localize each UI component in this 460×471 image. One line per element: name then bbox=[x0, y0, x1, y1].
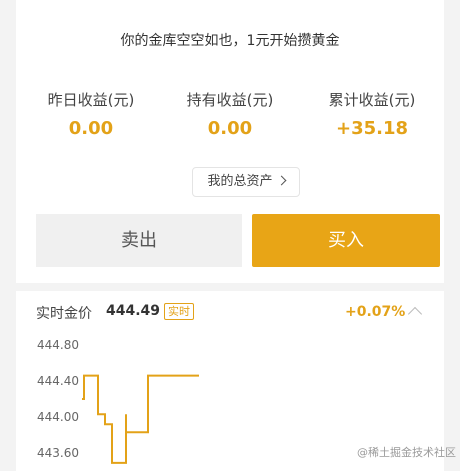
stat-total: 累计收益(元) +35.18 bbox=[301, 89, 443, 139]
chevron-right-icon bbox=[276, 175, 286, 186]
stat-total-label: 累计收益(元) bbox=[328, 91, 416, 109]
stat-holding-label: 持有收益(元) bbox=[186, 91, 274, 109]
buy-button[interactable]: 买入 bbox=[252, 214, 440, 267]
stat-yesterday: 昨日收益(元) 0.00 bbox=[20, 89, 162, 139]
watermark: @稀土掘金技术社区 bbox=[357, 446, 456, 459]
summary-card: 你的金库空空如也，1元开始攒黄金 昨日收益(元) 0.00 持有收益(元) 0.… bbox=[16, 0, 444, 283]
total-assets-label: 我的总资产 bbox=[207, 174, 273, 189]
y-tick-label: 444.80 bbox=[37, 338, 79, 352]
stat-total-value: +35.18 bbox=[335, 118, 409, 139]
stat-holding-value: 0.00 bbox=[207, 118, 253, 139]
y-tick-label: 444.40 bbox=[37, 374, 79, 388]
empty-vault-slogan: 你的金库空空如也，1元开始攒黄金 bbox=[120, 33, 340, 49]
price-series-line bbox=[82, 374, 199, 464]
y-tick-label: 444.00 bbox=[37, 410, 79, 424]
stat-yesterday-value: 0.00 bbox=[68, 118, 114, 139]
stat-yesterday-label: 昨日收益(元) bbox=[47, 91, 135, 109]
total-assets-button[interactable]: 我的总资产 bbox=[192, 167, 300, 197]
y-tick-label: 443.60 bbox=[37, 446, 79, 460]
stat-holding: 持有收益(元) 0.00 bbox=[159, 89, 301, 139]
y-axis-ticks: 444.80 444.40 444.00 443.60 bbox=[37, 338, 79, 460]
sell-button[interactable]: 卖出 bbox=[36, 214, 242, 267]
